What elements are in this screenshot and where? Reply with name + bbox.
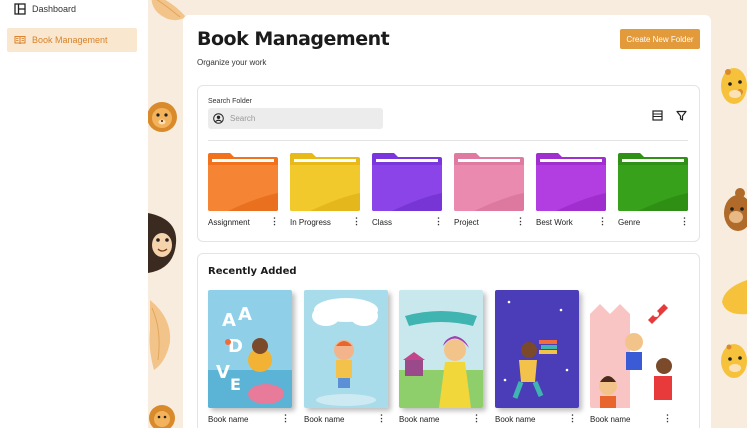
sidebar: Dashboard Book Management (0, 0, 148, 428)
folder-class[interactable]: Class ⋮ (372, 153, 443, 234)
book-item[interactable]: Book name ⋮ (399, 290, 483, 428)
lion-decoration (148, 102, 177, 132)
folder-label: Genre (618, 218, 641, 227)
more-vertical-icon[interactable]: ⋮ (680, 216, 689, 227)
giraffe-decoration (721, 344, 747, 378)
svg-text:E: E (230, 375, 241, 394)
search-input[interactable] (230, 114, 370, 123)
svg-text:A: A (238, 304, 252, 325)
book-label: Book name (590, 415, 631, 424)
book-item[interactable]: Book name ⋮ (495, 290, 579, 428)
page-subtitle: Organize your work (197, 58, 267, 67)
layout-icon (14, 3, 26, 15)
book-label: Book name (399, 415, 440, 424)
folder-project[interactable]: Project ⋮ (454, 153, 525, 234)
folder-best-work[interactable]: Best Work ⋮ (536, 153, 607, 234)
folder-icon (372, 153, 442, 211)
folder-icon (536, 153, 606, 211)
folder-genre[interactable]: Genre ⋮ (618, 153, 689, 234)
book-cover (399, 290, 483, 408)
more-vertical-icon[interactable]: ⋮ (663, 413, 672, 424)
filter-icon[interactable] (674, 108, 688, 122)
more-vertical-icon[interactable]: ⋮ (434, 216, 443, 227)
divider (208, 140, 688, 141)
book-label: Book name (304, 415, 345, 424)
create-new-folder-button[interactable]: Create New Folder (620, 29, 700, 49)
book-item[interactable]: Book name ⋮ (590, 290, 674, 428)
book-cover (495, 290, 579, 408)
lion-decoration (149, 405, 175, 428)
folder-label: In Progress (290, 218, 331, 227)
folder-icon (618, 153, 688, 211)
folder-icon (454, 153, 524, 211)
more-vertical-icon[interactable]: ⋮ (270, 216, 279, 227)
user-circle-icon (213, 113, 224, 124)
search-label: Search Folder (208, 98, 252, 105)
svg-text:A: A (222, 310, 236, 331)
giraffe-decoration (721, 68, 747, 104)
more-vertical-icon[interactable]: ⋮ (377, 413, 386, 424)
folder-label: Class (372, 218, 393, 227)
folder-assignment[interactable]: Assignment ⋮ (208, 153, 279, 234)
more-vertical-icon[interactable]: ⋮ (568, 413, 577, 424)
svg-text:D: D (228, 336, 243, 357)
folder-label: Assignment (208, 218, 250, 227)
monkey-decoration (148, 213, 177, 273)
book-item[interactable]: AADVE Book name ⋮ (208, 290, 292, 428)
page-title: Book Management (197, 28, 390, 50)
bear-decoration (724, 188, 747, 231)
sidebar-item-dashboard[interactable]: Dashboard (7, 0, 137, 21)
folder-label: Best Work (536, 218, 573, 227)
book-cover (590, 290, 674, 408)
leaf-decoration (722, 280, 747, 315)
list-icon[interactable] (650, 108, 664, 122)
folder-icon (290, 153, 360, 211)
leaf-decoration (149, 300, 171, 370)
sidebar-item-label: Book Management (32, 35, 108, 45)
book-cover: AADVE (208, 290, 292, 408)
folder-icon (208, 153, 278, 211)
book-cover (304, 290, 388, 408)
book-open-icon (14, 34, 26, 46)
more-vertical-icon[interactable]: ⋮ (352, 216, 361, 227)
more-vertical-icon[interactable]: ⋮ (472, 413, 481, 424)
book-label: Book name (208, 415, 249, 424)
sidebar-item-label: Dashboard (32, 4, 77, 14)
more-vertical-icon[interactable]: ⋮ (281, 413, 290, 424)
search-field (208, 108, 383, 129)
svg-text:V: V (216, 362, 230, 383)
sidebar-item-book-management[interactable]: Book Management (7, 28, 137, 52)
section-title: Recently Added (208, 266, 297, 277)
book-label: Book name (495, 415, 536, 424)
more-vertical-icon[interactable]: ⋮ (516, 216, 525, 227)
folder-in-progress[interactable]: In Progress ⋮ (290, 153, 361, 234)
more-vertical-icon[interactable]: ⋮ (598, 216, 607, 227)
book-item[interactable]: Book name ⋮ (304, 290, 388, 428)
folder-label: Project (454, 218, 479, 227)
